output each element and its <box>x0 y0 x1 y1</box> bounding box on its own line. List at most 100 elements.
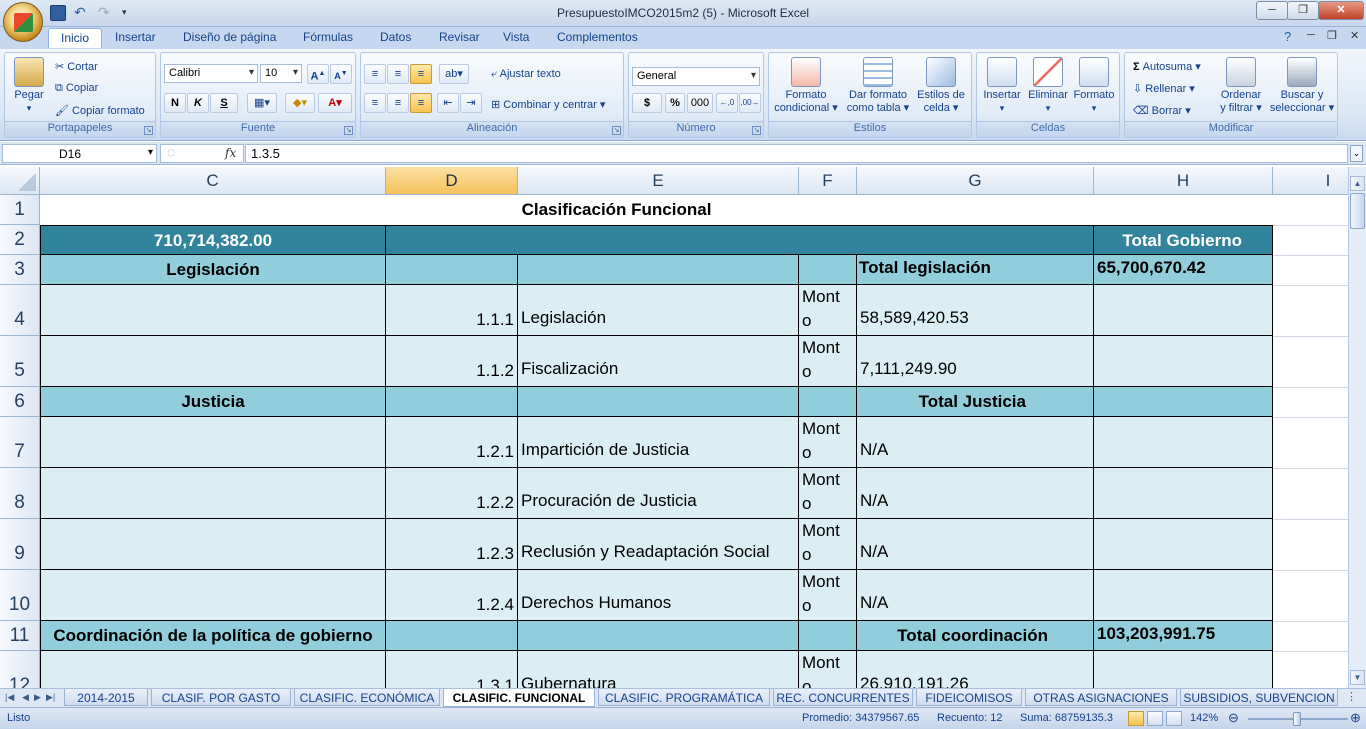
first-sheet-icon[interactable]: |◀ <box>5 692 14 703</box>
cell-c4[interactable] <box>40 285 386 336</box>
row-header[interactable]: 2 <box>0 225 40 255</box>
zoom-level[interactable]: 142% <box>1190 712 1218 724</box>
ribbon-close-icon[interactable]: ✕ <box>1350 29 1359 42</box>
font-size-select[interactable]: 10 <box>260 64 302 83</box>
align-left-icon[interactable]: ≡ <box>364 93 386 113</box>
sheet-tab[interactable]: OTRAS ASIGNACIONES <box>1025 689 1177 706</box>
tab-complementos[interactable]: Complementos <box>557 30 638 44</box>
decrease-font-icon[interactable]: A▼ <box>330 64 352 84</box>
tab-inicio[interactable]: Inicio <box>48 28 103 48</box>
cell-d11[interactable] <box>386 621 518 651</box>
cell-g10[interactable]: N/A <box>857 570 1094 621</box>
sheet-tab[interactable]: CLASIFIC. ECONÓMICA <box>294 689 440 706</box>
cell-f4[interactable]: Mont o <box>799 285 857 336</box>
cell-h10[interactable] <box>1094 570 1273 621</box>
font-color-icon[interactable]: A▾ <box>318 93 352 113</box>
zoom-slider-thumb[interactable] <box>1293 712 1301 726</box>
align-middle-icon[interactable]: ≡ <box>387 64 409 84</box>
underline-button[interactable]: S <box>210 93 238 113</box>
increase-decimal-icon[interactable]: ←,0 <box>716 93 738 113</box>
column-header-i[interactable]: I <box>1273 167 1348 195</box>
close-button[interactable]: ✕ <box>1318 1 1364 20</box>
cell-d6[interactable] <box>386 387 518 417</box>
cell-e8[interactable]: Procuración de Justicia <box>518 468 799 519</box>
row-header[interactable]: 5 <box>0 336 40 387</box>
cell-e7[interactable]: Impartición de Justicia <box>518 417 799 468</box>
page-break-view-icon[interactable] <box>1166 711 1182 726</box>
cell-e6[interactable] <box>518 387 799 417</box>
scroll-thumb[interactable] <box>1350 193 1365 229</box>
cell-e3[interactable] <box>518 255 799 285</box>
tab-datos[interactable]: Datos <box>380 30 411 44</box>
column-header-h[interactable]: H <box>1094 167 1273 195</box>
paste-button[interactable]: Pegar ▾ <box>9 57 49 115</box>
sheet-tab[interactable]: REC. CONCURRENTES <box>773 689 913 706</box>
row-header[interactable]: 9 <box>0 519 40 570</box>
worksheet-grid[interactable]: C D E F G H I 1 2 3 4 5 6 7 8 9 10 11 12… <box>0 167 1348 688</box>
expand-formula-bar-icon[interactable]: ⌄ <box>1350 145 1363 162</box>
row-header[interactable]: 4 <box>0 285 40 336</box>
tab-vista[interactable]: Vista <box>503 30 529 44</box>
align-bottom-icon[interactable]: ≡ <box>410 64 432 84</box>
next-sheet-icon[interactable]: ▶ <box>34 692 41 703</box>
cell-d9[interactable]: 1.2.3 <box>386 519 518 570</box>
cell-e9[interactable]: Reclusión y Readaptación Social <box>518 519 799 570</box>
cell-f8[interactable]: Mont o <box>799 468 857 519</box>
fill-button[interactable]: ⇩ Rellenar ▾ <box>1133 82 1195 95</box>
maximize-button[interactable]: ❐ <box>1287 1 1319 20</box>
cell-g5[interactable]: 7,111,249.90 <box>857 336 1094 387</box>
row-header[interactable]: 8 <box>0 468 40 519</box>
bold-button[interactable]: N <box>164 93 186 113</box>
cell-h5[interactable] <box>1094 336 1273 387</box>
font-name-select[interactable]: Calibri <box>164 64 258 83</box>
sheet-title[interactable]: Clasificación Funcional <box>40 195 1273 225</box>
thousands-button[interactable]: 000 <box>687 93 713 113</box>
fill-color-icon[interactable]: ◆▾ <box>285 93 315 113</box>
cell-c3[interactable]: Legislación <box>40 255 386 285</box>
row-header[interactable]: 7 <box>0 417 40 468</box>
column-header-g[interactable]: G <box>857 167 1094 195</box>
cell-c12[interactable] <box>40 651 386 688</box>
sort-filter-button[interactable]: Ordenar y filtrar ▾ <box>1217 57 1265 115</box>
cell-f6[interactable] <box>799 387 857 417</box>
find-select-button[interactable]: Buscar y seleccionar ▾ <box>1267 57 1337 115</box>
tab-diseno-pagina[interactable]: Diseño de página <box>183 30 276 44</box>
column-header-d[interactable]: D <box>386 167 518 195</box>
row-header[interactable]: 6 <box>0 387 40 417</box>
format-cells-button[interactable]: Formato ▾ <box>1071 57 1117 115</box>
cell-f5[interactable]: Mont o <box>799 336 857 387</box>
cell-c5[interactable] <box>40 336 386 387</box>
cell-g3[interactable]: Total legislación <box>857 255 1094 285</box>
cell-h2[interactable]: Total Gobierno <box>1094 225 1273 255</box>
orientation-icon[interactable]: ab▾ <box>439 64 469 84</box>
cut-button[interactable]: ✂ Cortar <box>55 60 98 73</box>
clear-button[interactable]: ⌫ Borrar ▾ <box>1133 104 1191 117</box>
sheet-tab[interactable]: 2014-2015 <box>64 689 148 706</box>
cell-h3[interactable]: 65,700,670.42 <box>1094 255 1273 285</box>
row-header[interactable]: 12 <box>0 651 40 688</box>
scroll-down-icon[interactable]: ▼ <box>1350 670 1365 685</box>
cell-d4[interactable]: 1.1.1 <box>386 285 518 336</box>
cell-f11[interactable] <box>799 621 857 651</box>
number-format-select[interactable]: General <box>632 67 760 86</box>
cell-h11[interactable]: 103,203,991.75 <box>1094 621 1273 651</box>
tab-insertar[interactable]: Insertar <box>115 30 156 44</box>
insert-function-icon[interactable]: fx <box>225 146 236 160</box>
cell-g7[interactable]: N/A <box>857 417 1094 468</box>
align-right-icon[interactable]: ≡ <box>410 93 432 113</box>
name-box[interactable]: D16 <box>2 144 157 163</box>
decrease-decimal-icon[interactable]: ,00→ <box>739 93 761 113</box>
cell-d8[interactable]: 1.2.2 <box>386 468 518 519</box>
cell-d7[interactable]: 1.2.1 <box>386 417 518 468</box>
cell-h7[interactable] <box>1094 417 1273 468</box>
formula-input[interactable]: 1.3.5 <box>245 144 1348 163</box>
minimize-button[interactable]: ─ <box>1256 1 1288 20</box>
cell-e11[interactable] <box>518 621 799 651</box>
sheet-tab[interactable]: FIDEICOMISOS <box>916 689 1022 706</box>
cell-h9[interactable] <box>1094 519 1273 570</box>
cell-e10[interactable]: Derechos Humanos <box>518 570 799 621</box>
tab-formulas[interactable]: Fórmulas <box>303 30 353 44</box>
ribbon-minimize-icon[interactable]: ─ <box>1307 29 1315 41</box>
cell-f7[interactable]: Mont o <box>799 417 857 468</box>
autosum-button[interactable]: Σ Autosuma ▾ <box>1133 60 1201 73</box>
